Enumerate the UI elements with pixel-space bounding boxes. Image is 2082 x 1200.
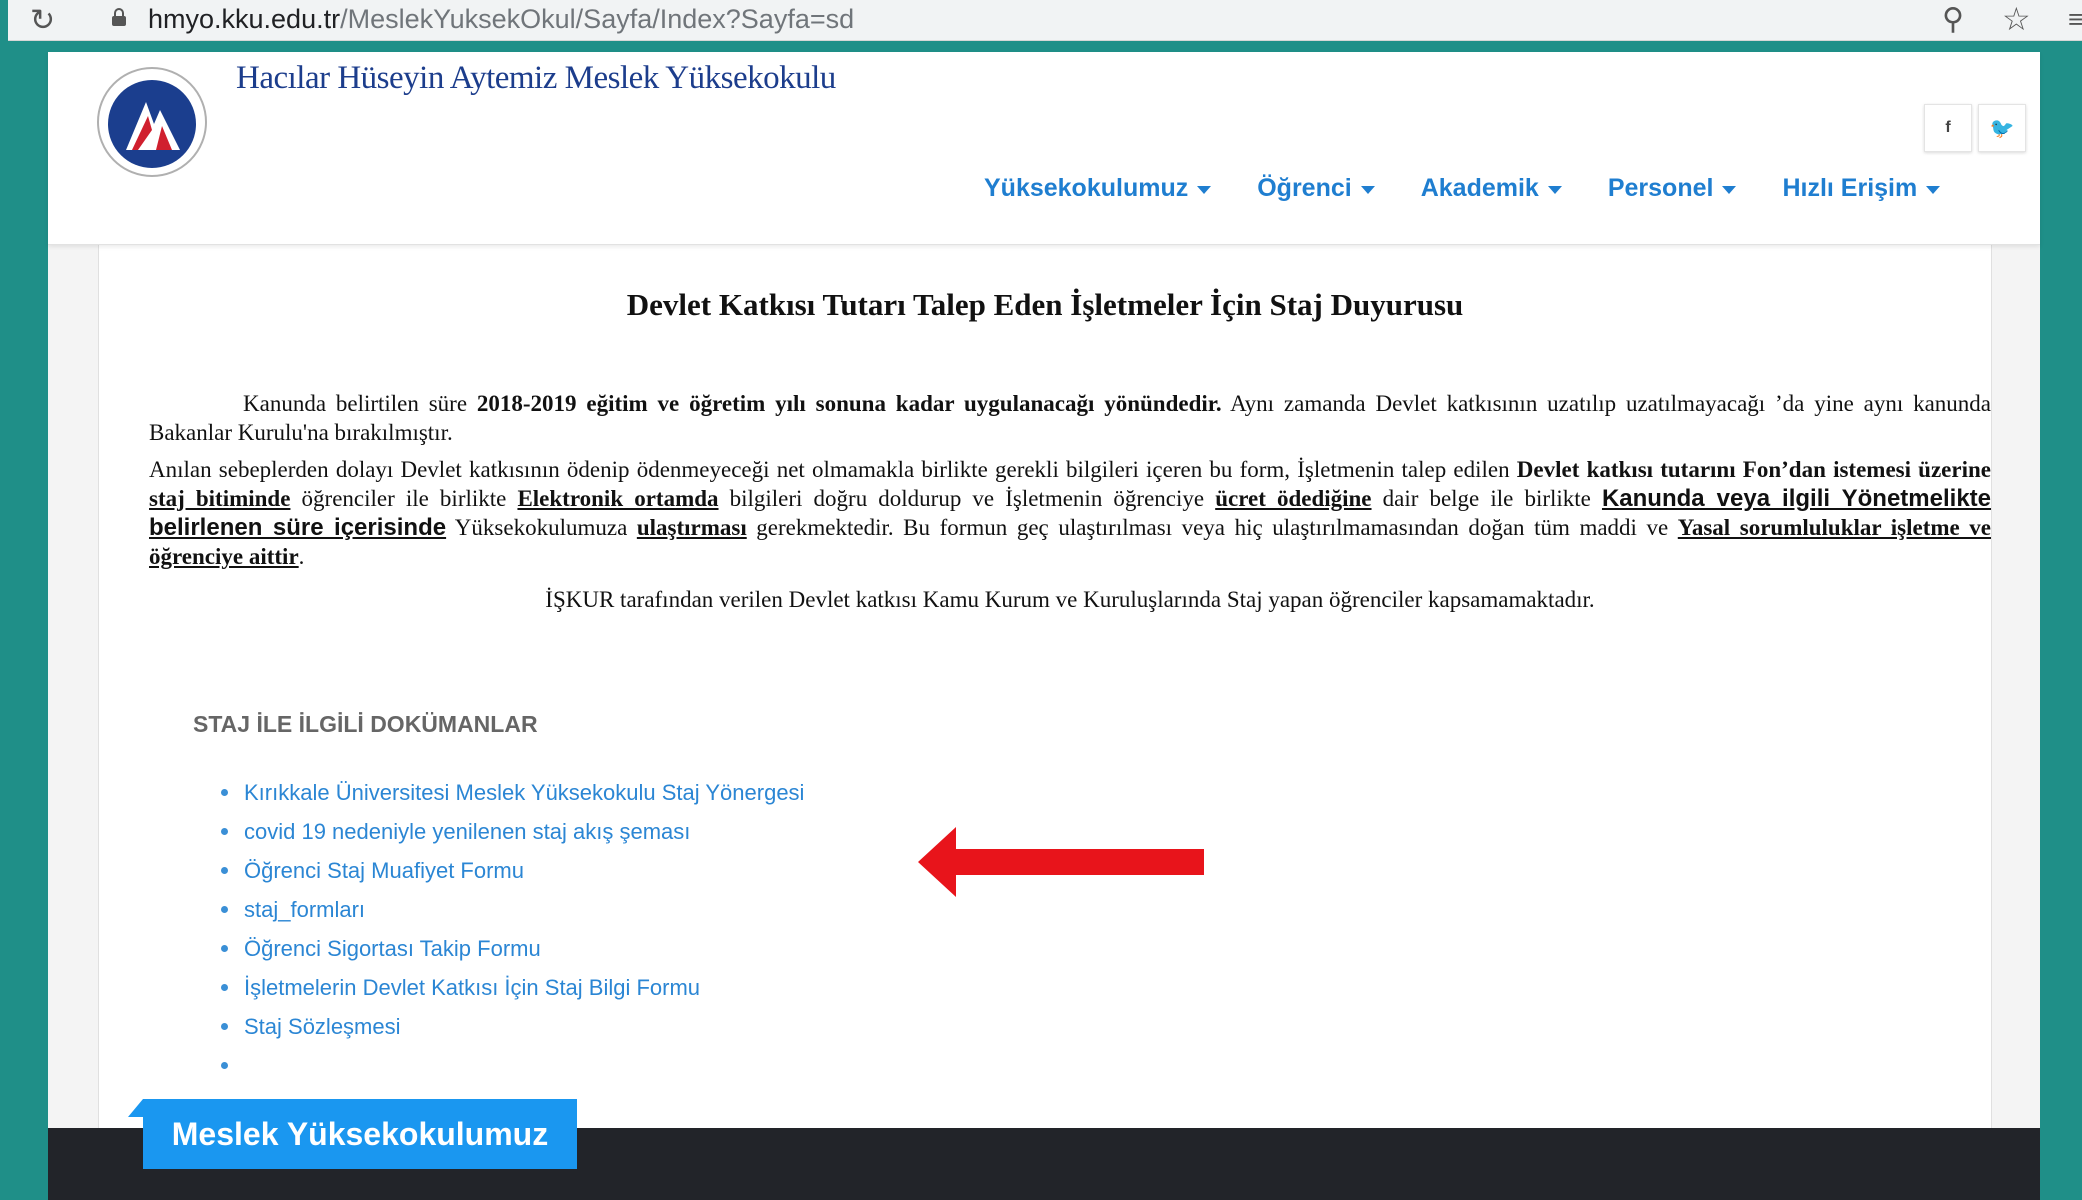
bullet [221,867,228,874]
text-underlined: ulaştırması [636,515,747,540]
text: dair belge ile birlikte [1371,486,1602,511]
paragraph-2: Anılan sebeplerden dolayı Devlet katkısı… [149,455,1991,571]
text: . [298,544,305,569]
nav-hizli-erisim[interactable]: Hızlı Erişim [1782,168,1941,208]
zoom-icon[interactable]: ⚲ [1942,2,1964,37]
text: Kanunda belirtilen süre [243,391,477,416]
bookmark-star-icon[interactable]: ☆ [2002,0,2031,38]
school-name[interactable]: Hacılar Hüseyin Aytemiz Meslek Yüksekoku… [236,60,836,97]
bullet [221,1023,228,1030]
footer-tab[interactable]: Meslek Yüksekokulumuz [143,1099,577,1169]
list-item: Staj Sözleşmesi [193,1007,804,1046]
list-item: staj_formları [193,890,804,929]
nav-label: Akademik [1420,173,1539,202]
menu-icon[interactable]: ≡ [2068,4,2082,35]
lock-icon[interactable] [112,8,126,26]
document-link[interactable]: İşletmelerin Devlet Katkısı İçin Staj Bi… [244,975,700,1001]
list-item: covid 19 nedeniyle yenilenen staj akış ş… [193,812,804,851]
facebook-button[interactable]: f [1924,104,1972,152]
nav-ogrenci[interactable]: Öğrenci [1257,168,1375,208]
list-item [193,1046,804,1085]
reload-icon[interactable]: ↻ [30,3,55,38]
bullet [221,1062,228,1069]
page-title: Devlet Katkısı Tutarı Talep Eden İşletme… [626,287,1464,322]
address-bar[interactable]: hmyo.kku.edu.tr/MeslekYuksekOkul/Sayfa/I… [148,4,854,35]
site-header: Hacılar Hüseyin Aytemiz Meslek Yüksekoku… [48,52,2040,245]
twitter-button[interactable]: 🐦 [1978,104,2026,152]
url-path: /MeslekYuksekOkul/Sayfa/Index?Sayfa=sd [340,4,855,34]
paragraph-1: Kanunda belirtilen süre 2018-2019 eğitim… [149,389,1991,447]
bullet [221,984,228,991]
main-nav: Yüksekokulumuz Öğrenci Akademik Personel… [984,168,1986,208]
text: Yüksekokulumuza [446,515,637,540]
bullet [221,945,228,952]
text: öğrenciler ile birlikte [290,486,518,511]
chevron-down-icon [1360,185,1375,194]
list-item: Öğrenci Staj Muafiyet Formu [193,851,804,890]
page: Hacılar Hüseyin Aytemiz Meslek Yüksekoku… [48,52,2040,1200]
facebook-icon: f [1945,119,1951,136]
text-underlined: Elektronik ortamda [517,486,719,511]
text-bold: 2018-2019 eğitim ve öğretim yılı sonuna … [476,391,1222,416]
nav-label: Öğrenci [1257,173,1352,202]
bullet [221,828,228,835]
document-link[interactable]: Öğrenci Sigortası Takip Formu [244,936,541,962]
text: Anılan sebeplerden dolayı Devlet katkısı… [149,457,1517,482]
list-item: Öğrenci Sigortası Takip Formu [193,929,804,968]
documents-list: Kırıkkale Üniversitesi Meslek Yüksekokul… [193,773,804,1085]
text-underlined: staj bitiminde [149,486,291,511]
text: gerekmektedir. Bu formun geç ulaştırılma… [746,515,1678,540]
text-bold: Devlet katkısı tutarını Fon’dan istemesi… [1516,457,1991,482]
chevron-down-icon [1926,185,1941,194]
red-arrow-annotation [918,827,1204,897]
bullet [221,789,228,796]
nav-yuksekokulumuz[interactable]: Yüksekokulumuz [984,168,1212,208]
nav-label: Personel [1607,173,1714,202]
nav-label: Hızlı Erişim [1782,173,1918,202]
bullet [221,906,228,913]
document-link[interactable]: Öğrenci Staj Muafiyet Formu [244,858,524,884]
paragraph-3: İŞKUR tarafından verilen Devlet katkısı … [545,587,1595,612]
content-card: Devlet Katkısı Tutarı Talep Eden İşletme… [98,192,1992,1144]
nav-akademik[interactable]: Akademik [1421,168,1562,208]
document-link[interactable]: Kırıkkale Üniversitesi Meslek Yüksekokul… [244,780,804,806]
url-host: hmyo.kku.edu.tr [148,4,341,34]
text: bilgileri doğru doldurup ve İşletmenin ö… [718,486,1216,511]
list-item: Kırıkkale Üniversitesi Meslek Yüksekokul… [193,773,804,812]
text-underlined: ücret ödediğine [1215,486,1372,511]
document-link[interactable]: covid 19 nedeniyle yenilenen staj akış ş… [244,819,690,845]
twitter-icon: 🐦 [1989,117,2015,140]
document-link[interactable]: staj_formları [244,897,365,923]
chevron-down-icon [1197,185,1212,194]
list-item: İşletmelerin Devlet Katkısı İçin Staj Bi… [193,968,804,1007]
nav-personel[interactable]: Personel [1608,168,1737,208]
nav-label: Yüksekokulumuz [984,173,1189,202]
documents-heading: STAJ İLE İLGİLİ DOKÜMANLAR [193,711,538,737]
browser-toolbar: ↻ hmyo.kku.edu.tr/MeslekYuksekOkul/Sayfa… [8,0,2082,41]
university-logo[interactable] [96,66,208,178]
chevron-down-icon [1547,185,1562,194]
chevron-down-icon [1722,185,1737,194]
document-link[interactable]: Staj Sözleşmesi [244,1014,401,1040]
footer-tab-notch [128,1099,143,1117]
